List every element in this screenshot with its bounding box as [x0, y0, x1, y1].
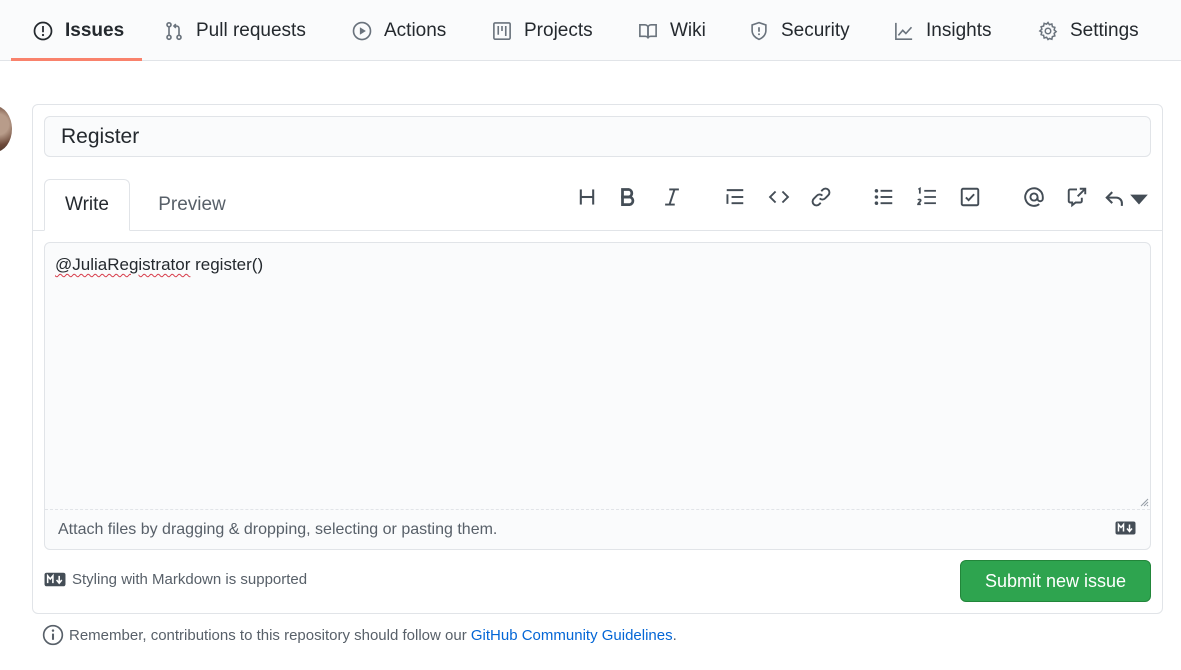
avatar[interactable]: [0, 106, 12, 152]
mention-icon: [1023, 186, 1045, 213]
tasklist-button[interactable]: [957, 186, 983, 212]
shield-icon: [749, 21, 769, 41]
italic-button[interactable]: [659, 186, 685, 212]
reply-icon: [1104, 188, 1126, 210]
markdown-icon[interactable]: [1115, 521, 1136, 535]
tab-label: Settings: [1070, 19, 1139, 41]
tasklist-icon: [959, 186, 981, 213]
chevron-down-icon: [1128, 188, 1150, 210]
tab-label: Projects: [524, 19, 593, 41]
tab-label: Wiki: [670, 19, 706, 41]
repo-nav: Issues Pull requests Actions Projects Wi…: [0, 0, 1181, 61]
markdown-icon: [44, 572, 66, 587]
cross-reference-icon: [1066, 186, 1088, 213]
tab-label: Insights: [926, 19, 992, 41]
link-button[interactable]: [808, 186, 834, 212]
tab-label: Actions: [384, 19, 447, 41]
tab-preview[interactable]: Preview: [140, 179, 244, 231]
markdown-note[interactable]: Styling with Markdown is supported: [44, 571, 307, 588]
unordered-list-icon: [873, 186, 895, 213]
tab-projects[interactable]: Projects: [492, 0, 593, 61]
cross-reference-button[interactable]: [1064, 186, 1090, 212]
tab-actions[interactable]: Actions: [352, 0, 446, 61]
markdown-note-label: Styling with Markdown is supported: [72, 571, 308, 588]
attach-files-bar[interactable]: Attach files by dragging & dropping, sel…: [45, 509, 1150, 549]
tab-security[interactable]: Security: [749, 0, 850, 61]
graph-icon: [894, 21, 914, 41]
italic-icon: [661, 186, 683, 213]
tab-pull-requests[interactable]: Pull requests: [164, 0, 306, 61]
tab-label: Security: [781, 19, 850, 41]
info-icon: [42, 624, 64, 646]
body-text: register(): [190, 255, 264, 274]
contribution-guidelines-note: Remember, contributions to this reposito…: [42, 624, 677, 646]
issue-opened-icon: [33, 21, 53, 41]
mention-text: @JuliaRegistrator: [55, 255, 191, 274]
unordered-list-button[interactable]: [871, 186, 897, 212]
remember-period: .: [672, 626, 677, 644]
git-pull-request-icon: [164, 21, 184, 41]
book-icon: [638, 21, 658, 41]
bold-button[interactable]: [615, 186, 641, 212]
play-icon: [352, 21, 372, 41]
tab-write[interactable]: Write: [44, 179, 130, 231]
project-icon: [492, 21, 512, 41]
header-button[interactable]: [574, 186, 600, 212]
tab-label: Issues: [65, 19, 125, 41]
remember-text: Remember, contributions to this reposito…: [69, 626, 467, 644]
header-icon: [576, 186, 598, 213]
issue-body-editor: @JuliaRegistrator register() Attach file…: [44, 242, 1151, 550]
gear-icon: [1038, 20, 1058, 41]
reply-button[interactable]: [1104, 186, 1150, 212]
tab-insights[interactable]: Insights: [894, 0, 991, 61]
code-button[interactable]: [766, 186, 792, 212]
quote-icon: [724, 186, 746, 213]
tab-settings[interactable]: Settings: [1038, 0, 1139, 61]
code-icon: [768, 186, 790, 213]
ordered-list-icon: [916, 186, 938, 213]
community-guidelines-link[interactable]: GitHub Community Guidelines: [471, 627, 673, 644]
quote-button[interactable]: [722, 186, 748, 212]
bold-icon: [617, 186, 639, 213]
tab-issues[interactable]: Issues: [33, 0, 124, 61]
ordered-list-button[interactable]: [914, 186, 940, 212]
mention-button[interactable]: [1021, 186, 1047, 212]
tab-wiki[interactable]: Wiki: [638, 0, 706, 61]
link-icon: [810, 186, 832, 213]
attach-hint: Attach files by dragging & dropping, sel…: [58, 520, 498, 538]
selected-tab-underline: [11, 58, 142, 61]
resize-grip-icon[interactable]: [1139, 497, 1149, 507]
tab-label: Pull requests: [196, 19, 306, 41]
issue-title-input[interactable]: [44, 116, 1151, 157]
issue-body-textarea[interactable]: @JuliaRegistrator register(): [45, 243, 1150, 509]
submit-new-issue-button[interactable]: Submit new issue: [960, 560, 1151, 602]
